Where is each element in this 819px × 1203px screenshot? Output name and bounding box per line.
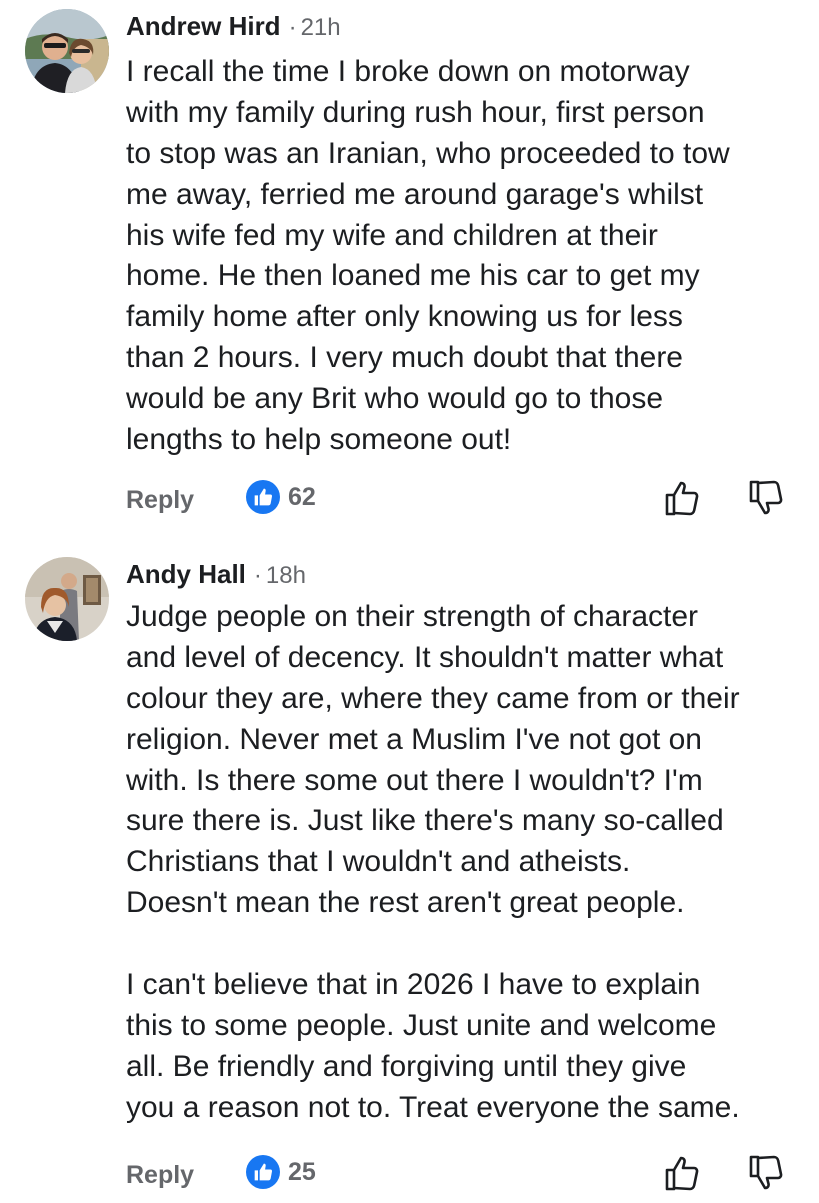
comment-text-line: than 2 hours. I very much doubt that the… xyxy=(126,341,683,375)
avatar[interactable] xyxy=(25,9,109,93)
reaction-summary[interactable]: 62 xyxy=(246,480,316,514)
thumbs-up-icon[interactable] xyxy=(664,1153,700,1198)
separator-dot: · xyxy=(288,14,297,41)
comment-text-line xyxy=(126,924,806,965)
thumbs-up-icon[interactable] xyxy=(664,478,700,523)
comment-text-line: I can't believe that in 2026 I have to e… xyxy=(126,968,701,1002)
like-reaction-icon xyxy=(246,480,280,514)
comment-body: I recall the time I broke down on motorw… xyxy=(126,52,806,461)
comment-header: Andrew Hird · 21h xyxy=(126,11,341,42)
reply-button[interactable]: Reply xyxy=(126,1161,194,1190)
comment-text-line: lengths to help someone out! xyxy=(126,423,512,457)
author-name[interactable]: Andrew Hird xyxy=(126,11,281,42)
comment-body: Judge people on their strength of charac… xyxy=(126,597,806,1129)
reply-button[interactable]: Reply xyxy=(126,486,194,515)
comment-text-line: colour they are, where they came from or… xyxy=(126,681,740,715)
comment-text-line: family home after only knowing us for le… xyxy=(126,300,683,334)
comment-header: Andy Hall · 18h xyxy=(126,559,306,590)
thumbs-down-icon[interactable] xyxy=(748,1153,784,1198)
comment-text-line: this to some people. Just unite and welc… xyxy=(126,1008,717,1042)
comment-text-line: sure there is. Just like there's many so… xyxy=(126,804,724,838)
comment-text-line: Christians that I wouldn't and atheists. xyxy=(126,845,631,879)
avatar-photo xyxy=(25,9,109,93)
avatar-photo xyxy=(25,557,109,641)
comment-text-line: me away, ferried me around garage's whil… xyxy=(126,177,704,211)
comment-text-line: I recall the time I broke down on motorw… xyxy=(126,55,690,88)
comment-actions: Reply 62 xyxy=(0,478,819,528)
reaction-summary[interactable]: 25 xyxy=(246,1155,316,1189)
comment-text-line: home. He then loaned me his car to get m… xyxy=(126,259,700,293)
comment-text-line: would be any Brit who would go to those xyxy=(126,382,663,416)
comment-text-line: you a reason not to. Treat everyone the … xyxy=(126,1090,740,1124)
comment-text-line: with. Is there some out there I wouldn't… xyxy=(126,763,703,797)
like-count: 62 xyxy=(288,482,316,511)
avatar[interactable] xyxy=(25,557,109,641)
comment-actions: Reply 25 xyxy=(0,1153,819,1203)
timestamp[interactable]: 21h xyxy=(301,14,341,42)
comment-text-line: all. Be friendly and forgiving until the… xyxy=(126,1049,687,1083)
comment-text-line: and level of decency. It shouldn't matte… xyxy=(126,640,724,674)
comment-text-line: Judge people on their strength of charac… xyxy=(126,600,699,633)
separator-dot: · xyxy=(253,562,262,589)
comment-text-line: his wife fed my wife and children at the… xyxy=(126,218,658,252)
comment-text-line: with my family during rush hour, first p… xyxy=(126,95,705,129)
comment-text-line: Doesn't mean the rest aren't great peopl… xyxy=(126,886,685,920)
thumbs-down-icon[interactable] xyxy=(748,478,784,523)
comment-text-line: religion. Never met a Muslim I've not go… xyxy=(126,722,702,756)
like-reaction-icon xyxy=(246,1155,280,1189)
like-count: 25 xyxy=(288,1157,316,1186)
timestamp[interactable]: 18h xyxy=(266,562,306,590)
comment-text-line: to stop was an Iranian, who proceeded to… xyxy=(126,136,730,170)
author-name[interactable]: Andy Hall xyxy=(126,559,246,590)
